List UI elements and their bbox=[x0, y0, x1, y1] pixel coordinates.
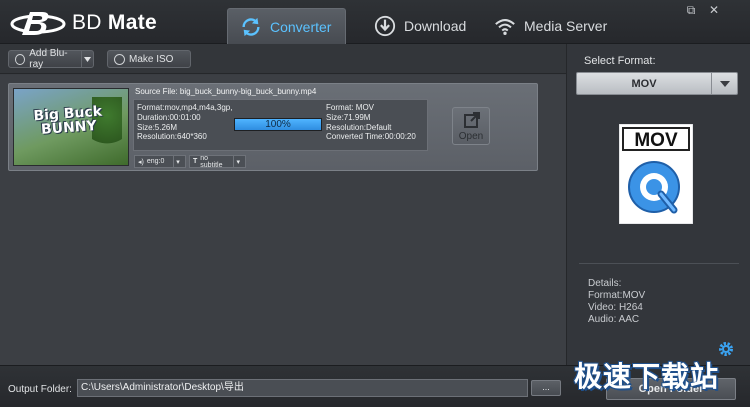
title-bar: BD Mate Converter Download Media Server … bbox=[0, 0, 750, 44]
input-info: Format:mov,mp4,m4a,3gp, Duration:00:01:0… bbox=[137, 103, 232, 142]
download-icon bbox=[374, 15, 396, 37]
task-item[interactable]: Big Buck BUNNY Source File: big_buck_bun… bbox=[8, 83, 538, 171]
task-list: Big Buck BUNNY Source File: big_buck_bun… bbox=[0, 75, 566, 365]
make-iso-button[interactable]: Make ISO bbox=[107, 50, 191, 68]
mov-icon-text: MOV bbox=[634, 130, 678, 151]
source-file-label: Source File: big_buck_bunny-big_buck_bun… bbox=[135, 87, 317, 96]
details-heading: Details: bbox=[588, 278, 622, 289]
converted-time: Converted Time:00:00:20 bbox=[326, 132, 416, 142]
format-select[interactable]: MOV bbox=[576, 72, 738, 95]
make-iso-label: Make ISO bbox=[129, 53, 174, 65]
details-audio: Audio: AAC bbox=[588, 314, 640, 325]
tab-label: Media Server bbox=[524, 18, 608, 34]
format-details: Details: Format:MOV Video: H264 Audio: A… bbox=[588, 278, 645, 326]
subtitle-value: no subtitle bbox=[200, 154, 223, 169]
subtitle-select[interactable]: T no subtitle ▾ bbox=[189, 154, 246, 169]
input-format: Format:mov,mp4,m4a,3gp, bbox=[137, 103, 233, 112]
app-title: BD Mate bbox=[72, 11, 157, 34]
bluray-logo-icon bbox=[10, 12, 66, 35]
format-select-value: MOV bbox=[631, 78, 657, 90]
chevron-down-icon: ▾ bbox=[233, 156, 242, 167]
chevron-down-icon[interactable] bbox=[711, 73, 737, 94]
restore-button[interactable]: ⧉ bbox=[684, 4, 698, 16]
disc-icon bbox=[15, 53, 26, 65]
output-folder-label: Output Folder: bbox=[8, 384, 72, 395]
close-button[interactable]: ✕ bbox=[707, 4, 721, 16]
output-resolution: Resolution:Default bbox=[326, 122, 392, 132]
progress-label: 100% bbox=[265, 119, 291, 130]
audio-track-value: eng:0 bbox=[146, 158, 165, 165]
tab-download[interactable]: Download bbox=[362, 8, 478, 44]
open-label: Open bbox=[458, 131, 484, 142]
output-info: Format: MOV Size:71.99M Resolution:Defau… bbox=[326, 103, 416, 142]
add-bluray-label: Add Blu-ray bbox=[29, 48, 68, 70]
add-bluray-button[interactable]: Add Blu-ray bbox=[8, 48, 94, 70]
output-format: Format: MOV bbox=[326, 103, 375, 112]
details-format: Format:MOV bbox=[588, 290, 646, 301]
select-format-label: Select Format: bbox=[584, 55, 656, 67]
wifi-icon bbox=[495, 19, 515, 35]
output-folder-field[interactable]: C:\Users\Administrator\Desktop\导出 bbox=[77, 379, 528, 397]
output-size: Size:71.99M bbox=[326, 112, 371, 122]
refresh-icon bbox=[242, 17, 260, 36]
video-thumbnail: Big Buck BUNNY bbox=[13, 88, 129, 166]
mov-format-icon: MOV bbox=[618, 123, 694, 225]
chevron-down-icon[interactable] bbox=[81, 51, 93, 67]
tab-media-server[interactable]: Media Server bbox=[482, 8, 619, 44]
chevron-down-icon: ▾ bbox=[173, 156, 182, 167]
side-divider bbox=[579, 263, 739, 264]
tab-converter[interactable]: Converter bbox=[227, 8, 346, 44]
progress-bar: 100% bbox=[234, 118, 322, 131]
audio-track-select[interactable]: ◂) eng:0 ▾ bbox=[134, 155, 186, 168]
input-size: Size:5.26M bbox=[137, 122, 178, 132]
conversion-info: Format:mov,mp4,m4a,3gp, Duration:00:01:0… bbox=[133, 99, 428, 151]
open-button[interactable]: Open bbox=[452, 107, 490, 145]
toolbar: Add Blu-ray Make ISO bbox=[0, 44, 566, 74]
gear-icon[interactable] bbox=[717, 340, 735, 358]
details-video: Video: H264 bbox=[588, 302, 643, 313]
browse-button[interactable]: ... bbox=[531, 380, 561, 396]
open-external-icon bbox=[464, 112, 480, 128]
tab-label: Converter bbox=[270, 18, 332, 35]
iso-disc-icon bbox=[114, 53, 125, 65]
site-watermark: 极速下载站 bbox=[574, 360, 720, 393]
format-panel: Select Format: MOV MOV Details: Format:M… bbox=[566, 44, 750, 365]
thumbnail-title: Big Buck BUNNY bbox=[33, 103, 103, 138]
input-resolution: Resolution:640*360 bbox=[137, 132, 207, 142]
speaker-icon: ◂) bbox=[138, 158, 144, 166]
input-duration: Duration:00:01:00 bbox=[137, 112, 201, 122]
tab-label: Download bbox=[404, 18, 467, 34]
text-icon: T bbox=[193, 158, 198, 165]
